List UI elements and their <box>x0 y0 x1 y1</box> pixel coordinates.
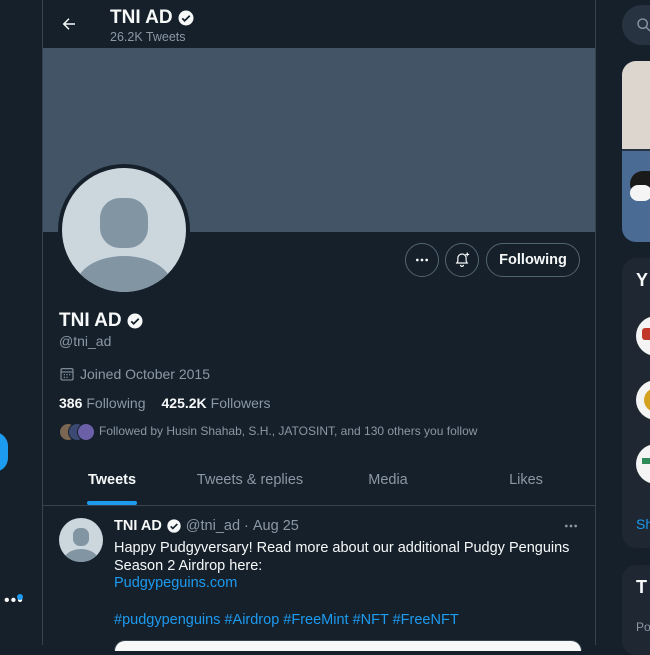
follower-avatar <box>77 423 95 441</box>
media-thumbnail[interactable] <box>622 151 650 242</box>
following-button[interactable]: Following <box>486 243 580 277</box>
more-options-icon <box>416 258 428 262</box>
back-button[interactable] <box>55 10 83 38</box>
following-count-link[interactable]: 386 Following <box>59 395 146 411</box>
join-date: Joined October 2015 <box>59 366 210 382</box>
verified-badge-icon <box>167 519 181 533</box>
media-thumbnail[interactable] <box>622 61 650 149</box>
avatar-placeholder <box>62 168 186 292</box>
profile-handle: @tni_ad <box>59 333 112 349</box>
tweet-item[interactable]: TNI AD @tni_ad · Aug 25 Happy Pudgyversa… <box>43 506 595 651</box>
verified-badge-icon <box>178 10 194 26</box>
avatar-detail <box>642 458 650 464</box>
default-avatar-icon <box>76 198 172 292</box>
profile-name-text: TNI AD <box>59 310 122 331</box>
panel-heading: T <box>636 577 647 597</box>
verified-badge-icon <box>127 313 143 329</box>
media-gallery-panel[interactable] <box>622 61 650 242</box>
tweet-hashtags[interactable]: #pudgypenguins #Airdrop #FreeMint #NFT #… <box>114 612 459 628</box>
header-title-text: TNI AD <box>110 7 173 28</box>
header-title: TNI AD <box>110 7 195 29</box>
search-icon <box>637 18 650 32</box>
tweet-compose-button[interactable] <box>0 432 8 472</box>
trends-panel: T Po <box>622 565 650 655</box>
more-options-icon <box>565 524 577 528</box>
tweet-date[interactable]: Aug 25 <box>253 518 299 534</box>
suggestion-avatar[interactable] <box>636 316 650 356</box>
followers-count-link[interactable]: 425.2K Followers <box>162 395 271 411</box>
profile-column: TNI AD 26.2K Tweets Following TNI AD @tn… <box>42 0 596 651</box>
calendar-icon <box>60 368 74 381</box>
notification-dot <box>17 594 23 600</box>
trend-context[interactable]: Po <box>636 620 650 634</box>
panel-heading: Y <box>636 270 649 290</box>
who-to-follow-panel: Y Sh <box>622 258 650 548</box>
thumbnail-detail <box>630 185 650 201</box>
followers-label: Followers <box>210 395 271 411</box>
following-count: 386 <box>59 395 83 411</box>
active-tab-indicator <box>87 501 137 505</box>
followed-by-row[interactable]: Followed by Husin Shahab, S.H., JATOSINT… <box>59 423 478 441</box>
tweet-header: TNI AD @tni_ad · Aug 25 <box>114 518 299 534</box>
profile-name: TNI AD <box>59 310 144 332</box>
tweet-separator: · <box>244 518 249 534</box>
tweet-more-button[interactable] <box>559 516 583 536</box>
default-avatar-icon <box>64 528 98 562</box>
tab-label: Likes <box>509 472 543 488</box>
tab-tweets[interactable]: Tweets <box>43 455 181 505</box>
avatar-detail <box>644 388 650 412</box>
back-arrow-icon <box>62 18 75 30</box>
suggestion-avatar[interactable] <box>636 380 650 420</box>
tab-label: Tweets <box>87 472 137 488</box>
tab-label: Media <box>368 472 408 488</box>
tab-tweets-replies[interactable]: Tweets & replies <box>181 455 319 505</box>
left-nav-strip: ••• <box>0 0 42 645</box>
more-options-button[interactable] <box>405 243 439 277</box>
suggestion-avatar[interactable] <box>636 444 650 484</box>
tab-likes[interactable]: Likes <box>457 455 595 505</box>
tab-label: Tweets & replies <box>196 472 304 488</box>
tweet-author-handle[interactable]: @tni_ad <box>186 518 240 534</box>
search-input[interactable] <box>622 5 650 45</box>
profile-header: TNI AD 26.2K Tweets <box>43 0 595 48</box>
tweet-author-name[interactable]: TNI AD <box>114 518 162 534</box>
tweet-count: 26.2K Tweets <box>110 30 186 44</box>
avatar-detail <box>642 328 650 340</box>
notification-bell-plus-icon <box>455 252 470 267</box>
notifications-button[interactable] <box>445 243 479 277</box>
tweet-text: Happy Pudgyversary! Read more about our … <box>114 540 570 574</box>
tweet-link[interactable]: Pudgypeguins.com <box>114 575 237 591</box>
followed-by-text: Followed by Husin Shahab, S.H., JATOSINT… <box>99 424 478 438</box>
right-sidebar: Y Sh T Po <box>595 0 650 655</box>
followers-count: 425.2K <box>161 395 207 411</box>
profile-tabs: Tweets Tweets & replies Media Likes <box>43 455 595 506</box>
follower-avatars <box>59 423 95 441</box>
tweet-avatar[interactable] <box>59 518 103 562</box>
following-label: Following <box>86 395 146 411</box>
profile-avatar[interactable] <box>58 164 190 296</box>
tweet-media-card[interactable] <box>114 640 582 651</box>
tab-media[interactable]: Media <box>319 455 457 505</box>
follow-counts: 386 Following 425.2K Followers <box>59 395 271 411</box>
show-more-link[interactable]: Sh <box>636 516 650 532</box>
join-date-text: Joined October 2015 <box>80 366 210 382</box>
